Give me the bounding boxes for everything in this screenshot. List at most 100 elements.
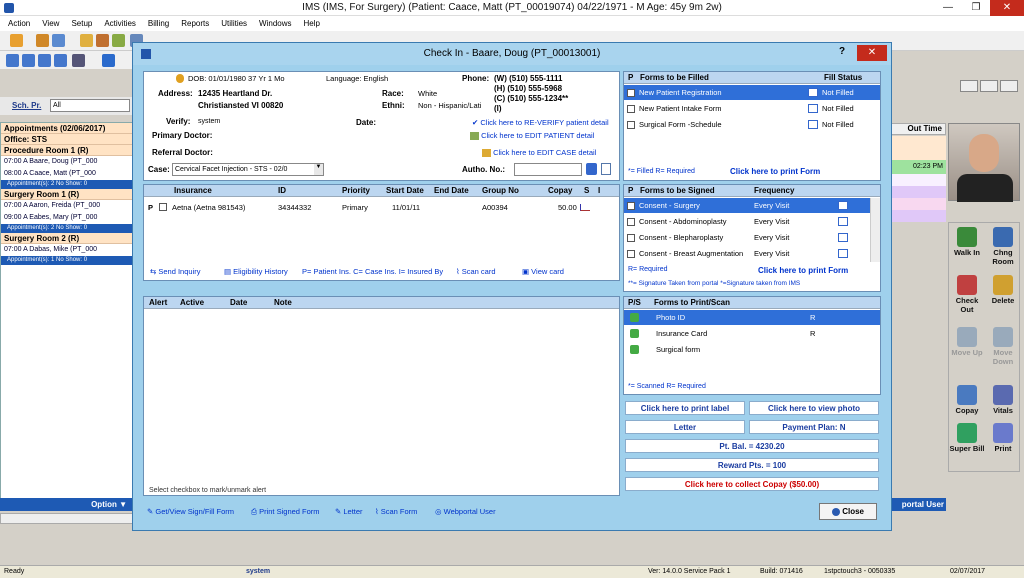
edit-case-link[interactable]: Click here to EDIT CASE detail xyxy=(482,148,596,158)
change-room-button[interactable]: Chng Room xyxy=(985,227,1021,266)
reward-points-button[interactable]: Reward Pts. = 100 xyxy=(625,458,879,472)
autho-add-icon[interactable] xyxy=(586,163,597,175)
eligibility-history-link[interactable]: ▤ Eligibility History xyxy=(224,267,288,276)
first-icon[interactable] xyxy=(6,54,19,67)
scan-card-link[interactable]: ⌇ Scan card xyxy=(456,267,496,276)
form-edit-icon[interactable] xyxy=(808,120,818,129)
form-edit-icon[interactable] xyxy=(808,88,818,97)
print-signed-link[interactable]: ⎙ Print Signed Form xyxy=(251,507,320,517)
next-icon[interactable] xyxy=(38,54,51,67)
toolbar-lab-icon[interactable] xyxy=(112,34,125,47)
scan-row-selected[interactable]: Photo ID R xyxy=(624,310,880,325)
insurance-row[interactable]: P Aetna (Aetna 981543) 34344332 Primary … xyxy=(144,200,619,215)
get-view-sign-link[interactable]: ✎ Get/View Sign/Fill Form xyxy=(147,507,234,516)
portal-user-bar[interactable]: portal User xyxy=(888,498,946,511)
menu-activities[interactable]: Activities xyxy=(104,16,136,31)
view-card-link[interactable]: ▣ View card xyxy=(522,267,564,276)
autho-select[interactable] xyxy=(514,163,582,176)
sign-edit-icon[interactable] xyxy=(838,201,848,210)
check-out-button[interactable]: Check Out xyxy=(949,275,985,314)
sign-edit-icon[interactable] xyxy=(838,233,848,242)
scan-row[interactable]: Surgical form xyxy=(624,342,880,357)
room-header[interactable]: Surgery Room 1 (R) xyxy=(1,189,132,200)
close-window-button[interactable]: ✕ xyxy=(990,0,1024,16)
edit-patient-link[interactable]: Click here to EDIT PATIENT detail xyxy=(470,131,594,141)
toolbar-user-icon[interactable] xyxy=(10,34,23,47)
mini-minimize-button[interactable] xyxy=(960,80,978,92)
close-button[interactable]: Close xyxy=(819,503,877,520)
print-button[interactable]: Print xyxy=(985,423,1021,453)
super-bill-button[interactable]: Super Bill xyxy=(949,423,985,453)
collect-copay-button[interactable]: Click here to collect Copay ($50.00) xyxy=(625,477,879,491)
menu-utilities[interactable]: Utilities xyxy=(221,16,247,31)
scan-row[interactable]: Insurance Card R xyxy=(624,326,880,341)
appointment-item[interactable]: 08:00 A Caace, Matt (PT_000 xyxy=(1,168,132,180)
autho-doc-icon[interactable] xyxy=(601,163,611,175)
vitals-button[interactable]: Vitals xyxy=(985,385,1021,415)
out-time-cell[interactable]: 02:23 PM xyxy=(888,160,946,174)
webportal-user-link[interactable]: ◎ Webportal User xyxy=(435,507,496,516)
prev-icon[interactable] xyxy=(22,54,35,67)
letter-button[interactable]: Letter xyxy=(625,420,745,434)
appointment-item[interactable]: 09:00 A Eabes, Mary (PT_000 xyxy=(1,212,132,224)
dialog-close-button[interactable]: ✕ xyxy=(857,45,887,61)
sign-row[interactable]: Consent - Abdominoplasty Every Visit xyxy=(624,214,870,229)
toolbar-userlist-icon[interactable] xyxy=(52,34,65,47)
menu-billing[interactable]: Billing xyxy=(148,16,169,31)
menu-setup[interactable]: Setup xyxy=(71,16,92,31)
appointment-item[interactable]: 07:00 A Baare, Doug (PT_000 xyxy=(1,156,132,168)
walk-in-button[interactable]: Walk In xyxy=(949,227,985,257)
case-select[interactable]: Cervical Facet Injection - STS - 02/0 xyxy=(172,163,324,176)
signed-scrollbar[interactable] xyxy=(870,198,880,262)
sign-row[interactable]: Consent - Breast Augmentation Every Visit xyxy=(624,246,870,261)
maximize-button[interactable]: ❐ xyxy=(962,0,990,16)
sign-row-selected[interactable]: Consent - Surgery Every Visit xyxy=(624,198,870,213)
option-bar[interactable]: Option ▼ xyxy=(0,498,133,511)
sign-row[interactable]: Consent - Blepharoplasty Every Visit xyxy=(624,230,870,245)
payment-plan-button[interactable]: Payment Plan: N xyxy=(749,420,879,434)
toolbar-users-icon[interactable] xyxy=(36,34,49,47)
menu-view[interactable]: View xyxy=(42,16,59,31)
print-filled-form-link[interactable]: Click here to print Form xyxy=(730,167,820,176)
menu-reports[interactable]: Reports xyxy=(181,16,209,31)
refresh-icon[interactable] xyxy=(102,54,115,67)
sign-edit-icon[interactable] xyxy=(838,249,848,258)
form-edit-icon[interactable] xyxy=(808,104,818,113)
form-row[interactable]: Surgical Form -Schedule Not Filled xyxy=(624,117,880,132)
room-header[interactable]: Procedure Room 1 (R) xyxy=(1,145,132,156)
dialog-help-button[interactable]: ? xyxy=(839,46,845,57)
last-icon[interactable] xyxy=(54,54,67,67)
sort-icon[interactable] xyxy=(72,54,85,67)
ins-chart-icon[interactable] xyxy=(580,204,590,211)
left-scrollbar[interactable] xyxy=(0,513,133,524)
scan-form-link[interactable]: ⌇ Scan Form xyxy=(375,507,417,516)
copay-button[interactable]: Copay xyxy=(949,385,985,415)
move-down-button[interactable]: Move Down xyxy=(985,327,1021,366)
delete-button[interactable]: Delete xyxy=(985,275,1021,305)
mini-restore-button[interactable] xyxy=(980,80,998,92)
sign-edit-icon[interactable] xyxy=(838,217,848,226)
appointment-item[interactable]: 07:00 A Aaron, Freida (PT_000 xyxy=(1,200,132,212)
menu-help[interactable]: Help xyxy=(304,16,320,31)
ins-checkbox[interactable] xyxy=(159,203,167,211)
room-header[interactable]: Surgery Room 2 (R) xyxy=(1,233,132,244)
view-photo-button[interactable]: Click here to view photo xyxy=(749,401,879,415)
menu-action[interactable]: Action xyxy=(8,16,30,31)
print-label-button[interactable]: Click here to print label xyxy=(625,401,745,415)
mini-close-button[interactable] xyxy=(1000,80,1018,92)
move-up-button[interactable]: Move Up xyxy=(949,327,985,357)
form-row[interactable]: New Patient Intake Form Not Filled xyxy=(624,101,880,116)
letter-link[interactable]: ✎ Letter xyxy=(335,507,363,516)
appointment-item[interactable]: 07:00 A Dabas, Mike (PT_000 xyxy=(1,244,132,256)
print-signed-form-link[interactable]: Click here to print Form xyxy=(758,266,848,275)
reverify-link[interactable]: ✔ Click here to RE-VERIFY patient detail xyxy=(472,118,609,127)
case-dropdown-icon[interactable]: ▼ xyxy=(314,164,323,175)
minimize-button[interactable]: — xyxy=(934,0,962,16)
sch-select[interactable]: All xyxy=(50,99,130,112)
form-row-selected[interactable]: New Patient Registration Not Filled xyxy=(624,85,880,100)
pt-balance-button[interactable]: Pt. Bal. = 4230.20 xyxy=(625,439,879,453)
send-inquiry-link[interactable]: ⇆ Send Inquiry xyxy=(150,267,201,276)
toolbar-edit-icon[interactable] xyxy=(96,34,109,47)
menu-windows[interactable]: Windows xyxy=(259,16,291,31)
toolbar-folder-icon[interactable] xyxy=(80,34,93,47)
